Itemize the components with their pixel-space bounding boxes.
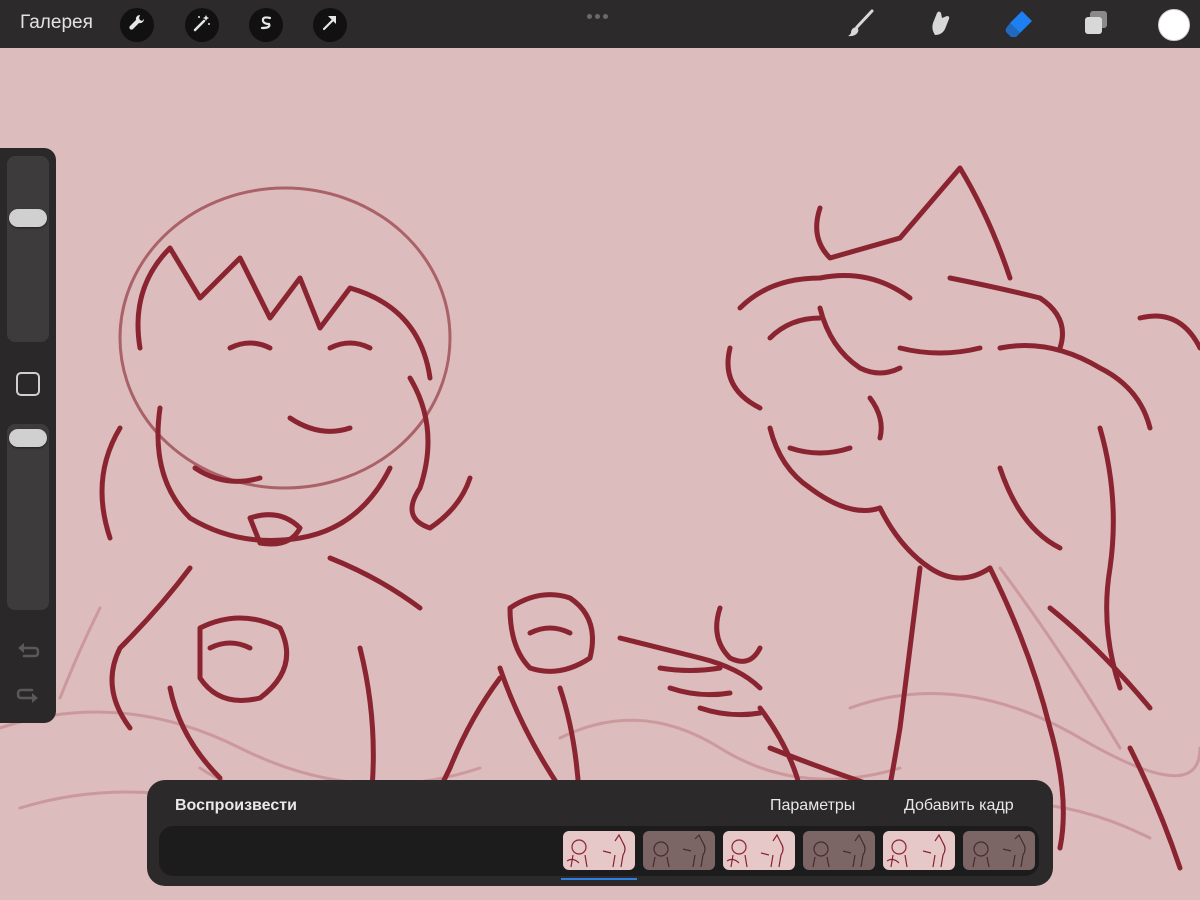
adjustments-button[interactable] [185, 8, 219, 42]
frame-sketch [972, 833, 1026, 868]
brush-tool[interactable] [843, 7, 879, 43]
brush-size-slider[interactable] [7, 156, 49, 342]
selected-frame-indicator [561, 878, 637, 880]
brush-icon [845, 7, 877, 44]
redo-button[interactable] [14, 681, 42, 709]
eraser-tool[interactable] [1001, 7, 1037, 43]
frame-thumbnail-3[interactable] [723, 831, 795, 870]
layers-icon [1081, 8, 1111, 43]
transform-button[interactable] [313, 8, 347, 42]
frame-sketch [812, 833, 866, 868]
smudge-tool[interactable] [921, 7, 957, 43]
gallery-button[interactable]: Галерея [20, 12, 93, 34]
frame-sketch [886, 833, 946, 868]
top-toolbar: Галерея [0, 0, 1200, 48]
eraser-icon [1003, 7, 1035, 44]
transform-arrow-icon [320, 13, 340, 38]
undo-button[interactable] [14, 637, 42, 665]
sketch-artwork [0, 165, 1200, 871]
redo-icon [14, 688, 42, 713]
modify-button[interactable] [16, 372, 40, 396]
frame-thumbnail-4[interactable] [803, 831, 875, 870]
animation-assist-panel: Воспроизвести Параметры Добавить кадр [147, 780, 1053, 886]
frame-thumbnail-1[interactable] [563, 831, 635, 870]
opacity-slider-thumb[interactable] [9, 429, 47, 447]
side-toolbar [0, 148, 56, 723]
selection-icon [256, 13, 276, 38]
frame-sketch [652, 833, 706, 868]
add-frame-button[interactable]: Добавить кадр [904, 797, 1014, 815]
opacity-slider[interactable] [7, 424, 49, 610]
frame-timeline[interactable] [159, 826, 1039, 880]
brush-size-slider-thumb[interactable] [9, 209, 47, 227]
layers-button[interactable] [1078, 7, 1114, 43]
actions-button[interactable] [120, 8, 154, 42]
smudge-icon [923, 7, 955, 44]
frame-sketch [566, 833, 626, 868]
frame-thumbnail-6[interactable] [963, 831, 1035, 870]
undo-icon [14, 643, 42, 669]
frame-thumbnail-2[interactable] [643, 831, 715, 870]
drawing-canvas[interactable] [0, 48, 1200, 900]
selection-button[interactable] [249, 8, 283, 42]
grabber-handle[interactable] [587, 6, 615, 19]
color-picker-button[interactable] [1158, 9, 1190, 41]
wrench-icon [127, 13, 147, 38]
frame-sketch [726, 833, 784, 868]
settings-button[interactable]: Параметры [770, 797, 855, 815]
play-button[interactable]: Воспроизвести [175, 797, 297, 815]
magic-wand-icon [192, 13, 212, 38]
frame-thumbnail-5[interactable] [883, 831, 955, 870]
